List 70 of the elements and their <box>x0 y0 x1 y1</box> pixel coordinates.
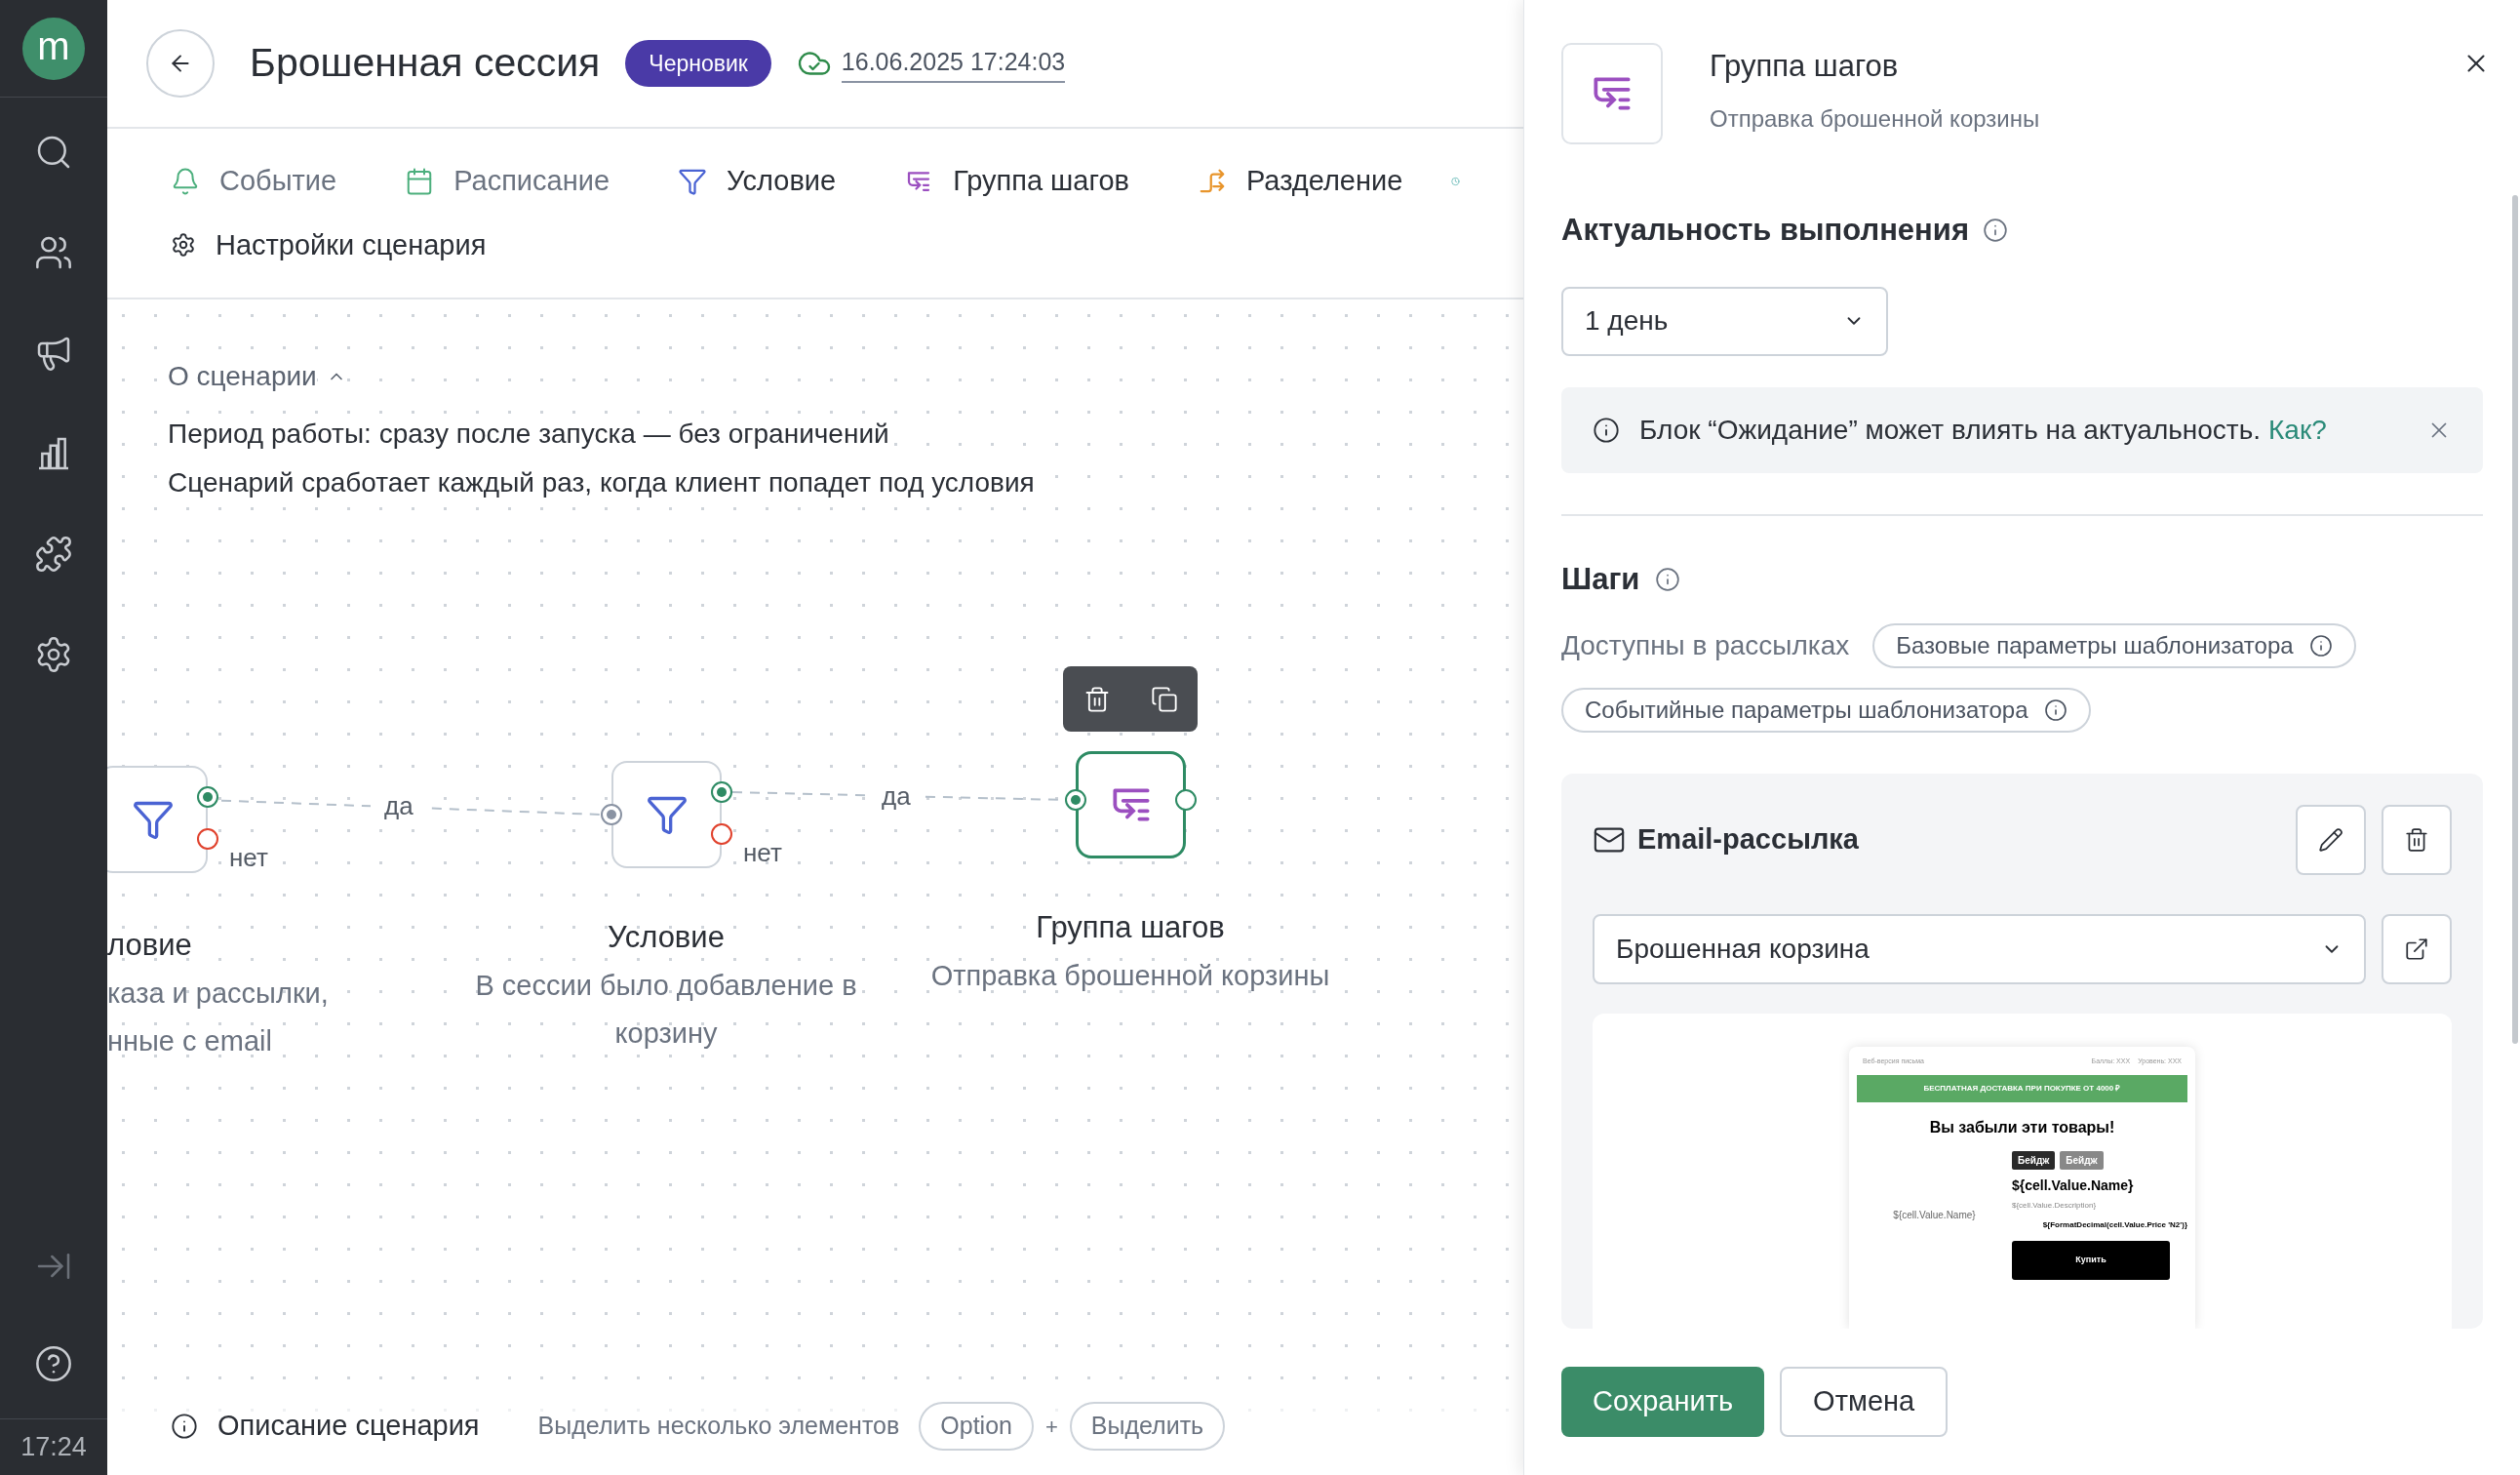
template-dropdown[interactable]: Брошенная корзина <box>1593 914 2366 984</box>
open-template-button[interactable] <box>2382 914 2452 984</box>
description-link[interactable]: Описание сценария <box>217 1405 480 1448</box>
copy-icon[interactable] <box>1150 685 1178 713</box>
add-block-tab[interactable]: Разделение <box>1197 160 1403 203</box>
section-title: Шаги <box>1561 560 1640 598</box>
connection-port[interactable] <box>601 804 622 825</box>
save-button[interactable]: Сохранить <box>1561 1367 1765 1437</box>
notice-text: Блок “Ожидание” может влиять на актуальность. <box>1639 413 2262 447</box>
promo-banner: БЕСПЛАТНАЯ ДОСТАВКА ПРИ ПОКУПКЕ ОТ 4000 ₽ <box>1857 1074 2187 1102</box>
scenario-node[interactable] <box>1076 751 1186 858</box>
connection-port[interactable] <box>711 823 732 845</box>
plus-sign: + <box>1044 1413 1058 1441</box>
node-description: В сессии было добавление в <box>475 969 857 1003</box>
panel-subtitle: Отправка брошенной корзины <box>1710 104 2040 134</box>
scenario-settings-tab[interactable]: Настройки сценария <box>171 223 487 266</box>
product-badge: Бейдж <box>2060 1150 2104 1170</box>
settings-icon <box>171 232 196 259</box>
help-icon[interactable] <box>34 1344 73 1383</box>
clock-text: 17:24 <box>20 1431 87 1464</box>
how-link[interactable]: Как? <box>2268 409 2327 451</box>
key-chip: Выделить <box>1069 1402 1226 1451</box>
node-title: ловие <box>107 927 192 964</box>
connection-port[interactable] <box>1065 789 1086 811</box>
node-description: Отправка брошенной корзины <box>930 959 1330 993</box>
product-price: ${FormatDecimal(cell.Value.Price 'N2')} <box>2041 1218 2187 1231</box>
cancel-button[interactable]: Отмена <box>1780 1367 1949 1437</box>
product-badge: Бейдж <box>2012 1150 2056 1170</box>
app-logo[interactable]: m <box>22 17 85 80</box>
external-link-icon <box>2404 937 2429 962</box>
node-title: Условие <box>608 919 725 956</box>
scenario-title: Брошенная сессия <box>250 39 601 88</box>
parameters-chip[interactable]: Событийные параметры шаблонизатора <box>1561 688 2091 733</box>
connection-port[interactable] <box>1175 789 1197 811</box>
panel-title: Группа шагов <box>1710 48 1900 85</box>
info-icon[interactable] <box>171 1413 198 1440</box>
info-icon <box>1593 416 1620 444</box>
info-icon <box>2043 698 2067 722</box>
relevance-dropdown[interactable]: 1 день <box>1561 286 1888 356</box>
node-title: Группа шагов <box>1036 909 1225 946</box>
status-badge: Черновик <box>625 40 771 87</box>
saved-timestamp[interactable]: 16.06.2025 17:24:03 <box>841 44 1066 83</box>
bell-icon <box>171 166 200 196</box>
selection-hint: Выделить несколько элементов <box>537 1411 900 1442</box>
available-label: Доступны в рассылках <box>1561 629 1850 662</box>
section-title: Актуальность выполнения <box>1561 212 1969 249</box>
product-name: ${cell.Value.Name} <box>2012 1176 2134 1195</box>
node-description: корзину <box>614 1017 718 1051</box>
scrollbar[interactable] <box>2512 195 2518 1044</box>
add-block-tab[interactable]: Условие <box>678 160 837 203</box>
key-chip: Option <box>919 1402 1034 1451</box>
email-heading: Вы забыли эти товары! <box>1928 1117 2116 1137</box>
trash-icon <box>2404 827 2429 853</box>
node-description: каза и рассылки, <box>107 977 329 1011</box>
add-block-tab[interactable]: Группа шагов <box>904 160 1129 203</box>
no-branch-label: нет <box>743 837 782 869</box>
no-branch-label: нет <box>229 842 268 874</box>
delete-button[interactable] <box>2382 805 2452 875</box>
connection-port[interactable] <box>711 781 732 803</box>
product-description: ${cell.Value.Description} <box>2012 1199 2097 1212</box>
connection-port[interactable] <box>197 828 218 850</box>
info-icon <box>2308 634 2333 658</box>
parameters-chip[interactable]: Базовые параметры шаблонизатора <box>1872 623 2356 668</box>
puzzle-icon[interactable] <box>34 535 73 574</box>
broken-image-alt: ${cell.Value.Name} <box>1893 1209 1976 1222</box>
connection-port[interactable] <box>197 786 218 808</box>
edit-button[interactable] <box>2296 805 2366 875</box>
step-title: Email-рассылка <box>1637 822 1859 857</box>
pencil-icon <box>2318 827 2343 853</box>
node-description: нные с email <box>107 1024 272 1058</box>
